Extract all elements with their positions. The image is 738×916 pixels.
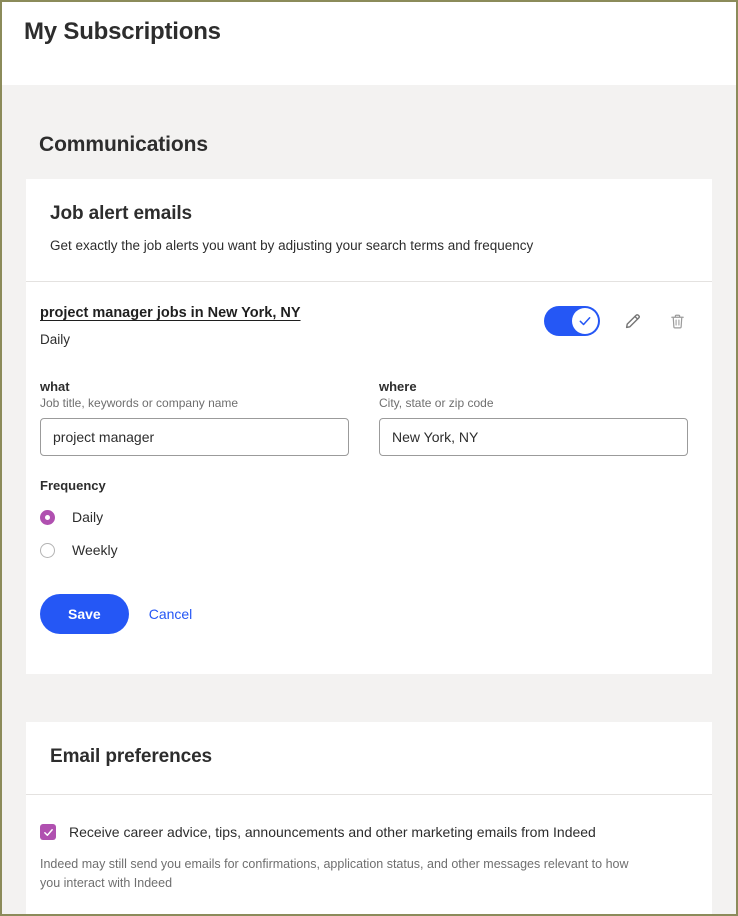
email-preferences-title: Email preferences — [50, 746, 212, 768]
where-help-text: City, state or zip code — [379, 396, 494, 411]
what-field-group: what Job title, keywords or company name — [40, 379, 349, 457]
page-frame: My Subscriptions Communications Job aler… — [0, 0, 738, 916]
what-input[interactable] — [40, 418, 349, 457]
job-alert-link[interactable]: project manager jobs in New York, NY — [40, 305, 301, 321]
job-alert-card-subtitle: Get exactly the job alerts you want by a… — [50, 238, 534, 253]
radio-daily-label: Daily — [72, 509, 104, 526]
where-label: where — [379, 379, 417, 395]
pencil-icon — [625, 314, 640, 329]
email-preferences-note: Indeed may still send you emails for con… — [40, 857, 629, 890]
field-row: what Job title, keywords or company name… — [40, 379, 688, 457]
radio-option-daily[interactable]: Daily — [40, 503, 688, 531]
job-alert-row: project manager jobs in New York, NY Dai… — [26, 282, 712, 347]
save-button[interactable]: Save — [40, 594, 129, 635]
job-alert-toggle[interactable] — [544, 306, 600, 337]
marketing-emails-label: Receive career advice, tips, announcemen… — [69, 824, 596, 841]
where-field-group: where City, state or zip code — [379, 379, 688, 457]
frequency-group: Frequency Daily Weekly — [40, 478, 688, 564]
job-alert-emails-card: Job alert emails Get exactly the job ale… — [26, 179, 712, 675]
cancel-button[interactable]: Cancel — [149, 606, 193, 622]
section-heading-communications: Communications — [39, 133, 208, 156]
job-alert-edit-form: what Job title, keywords or company name… — [26, 347, 712, 674]
check-icon — [579, 317, 591, 326]
marketing-emails-checkbox[interactable] — [40, 824, 56, 841]
radio-weekly-icon[interactable] — [40, 542, 55, 558]
trash-icon — [670, 314, 684, 329]
edit-job-alert-button[interactable] — [622, 310, 644, 332]
email-preferences-card: Email preferences Receive career advice,… — [26, 722, 712, 914]
page-title: My Subscriptions — [24, 18, 221, 45]
card-gap — [2, 674, 736, 722]
what-help-text: Job title, keywords or company name — [40, 396, 239, 411]
job-alert-info: project manager jobs in New York, NY Dai… — [40, 304, 301, 347]
what-label: what — [40, 379, 70, 395]
radio-option-weekly[interactable]: Weekly — [40, 536, 688, 564]
email-preferences-header: Email preferences — [26, 722, 712, 794]
radio-daily-icon[interactable] — [40, 509, 55, 525]
form-actions: Save Cancel — [40, 594, 688, 674]
main-content: Communications Job alert emails Get exac… — [2, 85, 736, 914]
job-alert-card-header: Job alert emails Get exactly the job ale… — [26, 179, 712, 281]
delete-job-alert-button[interactable] — [666, 310, 688, 332]
job-alert-controls — [544, 304, 688, 337]
job-alert-card-title: Job alert emails — [50, 203, 193, 224]
where-input[interactable] — [379, 418, 688, 457]
job-alert-frequency-summary: Daily — [40, 332, 71, 348]
check-icon — [43, 828, 53, 836]
email-preferences-body: Receive career advice, tips, announcemen… — [26, 795, 712, 914]
toggle-knob — [572, 308, 598, 335]
radio-weekly-label: Weekly — [72, 542, 118, 559]
page-header: My Subscriptions — [2, 2, 736, 85]
frequency-label: Frequency — [40, 478, 106, 494]
marketing-emails-row[interactable]: Receive career advice, tips, announcemen… — [40, 823, 688, 841]
